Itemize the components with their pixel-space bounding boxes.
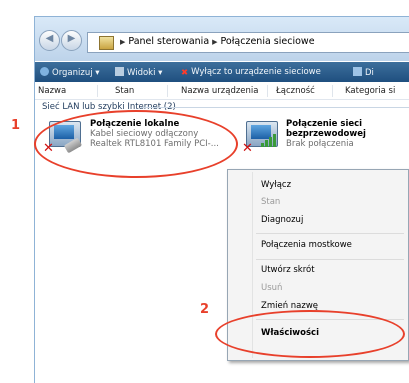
diagnose-label: Di [365, 68, 374, 78]
column-divider[interactable] [267, 85, 268, 97]
column-header-name[interactable]: Nazwa [38, 86, 66, 96]
diagnose-button[interactable]: Di [353, 67, 374, 78]
views-icon [115, 67, 124, 76]
menu-item-diagnose[interactable]: Diagnozuj [261, 215, 303, 225]
signal-bars-icon [261, 133, 276, 147]
organize-label: Organizuj [52, 68, 93, 78]
views-button[interactable]: Widoki ▾ [115, 67, 162, 78]
back-button[interactable]: ◀ [39, 30, 60, 51]
connection-name-line1: Połączenie sieci [286, 119, 363, 129]
column-headers: Nazwa Stan Nazwa urządzenia Łączność Kat… [35, 83, 409, 100]
disconnected-x-icon: ✕ [242, 141, 253, 156]
menu-separator [256, 233, 404, 234]
organize-icon [40, 67, 49, 76]
connection-status: Brak połączenia [286, 139, 354, 149]
column-header-status[interactable]: Stan [115, 86, 134, 96]
column-header-connectivity[interactable]: Łączność [276, 86, 315, 96]
title-bar: ◀ ▶ ▶ Panel sterowania ▶ Połączenia sieciow… [35, 17, 409, 61]
breadcrumb: ▶ Panel sterowania ▶ Połączenia sieciowe [117, 36, 315, 47]
column-header-device[interactable]: Nazwa urządzenia [181, 86, 259, 96]
annotation-number-2: 2 [200, 302, 210, 317]
menu-item-bridge[interactable]: Połączenia mostkowe [261, 240, 352, 250]
breadcrumb-network-connections[interactable]: Połączenia sieciowe [221, 36, 315, 47]
views-label: Widoki [127, 68, 156, 78]
organize-button[interactable]: Organizuj ▾ [40, 67, 100, 78]
annotation-ring-1 [34, 110, 238, 178]
breadcrumb-separator-icon: ▶ [120, 38, 126, 46]
forward-arrow-icon: ▶ [67, 33, 76, 44]
diagnose-icon [353, 67, 362, 76]
column-header-category[interactable]: Kategoria si [345, 86, 395, 96]
address-bar[interactable]: ▶ Panel sterowania ▶ Połączenia sieciowe [87, 32, 409, 53]
menu-separator [256, 259, 404, 260]
back-arrow-icon: ◀ [45, 33, 54, 44]
menu-item-status: Stan [261, 197, 281, 207]
menu-item-delete: Usuń [261, 283, 283, 293]
control-panel-icon [99, 36, 114, 50]
breadcrumb-separator-icon: ▶ [212, 38, 218, 46]
disable-device-label: Wyłącz to urządzenie sieciowe [191, 67, 321, 77]
disable-x-icon: ✖ [181, 68, 189, 78]
column-divider[interactable] [332, 85, 333, 97]
column-divider[interactable] [97, 85, 98, 97]
forward-button[interactable]: ▶ [61, 30, 82, 51]
menu-item-create-shortcut[interactable]: Utwórz skrót [261, 265, 315, 275]
disable-device-button[interactable]: ✖ Wyłącz to urządzenie sieciowe [181, 67, 321, 78]
column-divider[interactable] [167, 85, 168, 97]
group-divider [141, 107, 409, 108]
connection-name-line2: bezprzewodowej [286, 129, 366, 139]
annotation-ring-2 [215, 310, 405, 358]
menu-item-disable[interactable]: Wyłącz [261, 180, 291, 190]
command-bar: Organizuj ▾ Widoki ▾ ✖ Wyłącz to urządzen… [35, 62, 409, 82]
annotation-number-1: 1 [11, 118, 21, 133]
breadcrumb-control-panel[interactable]: Panel sterowania [128, 36, 209, 47]
